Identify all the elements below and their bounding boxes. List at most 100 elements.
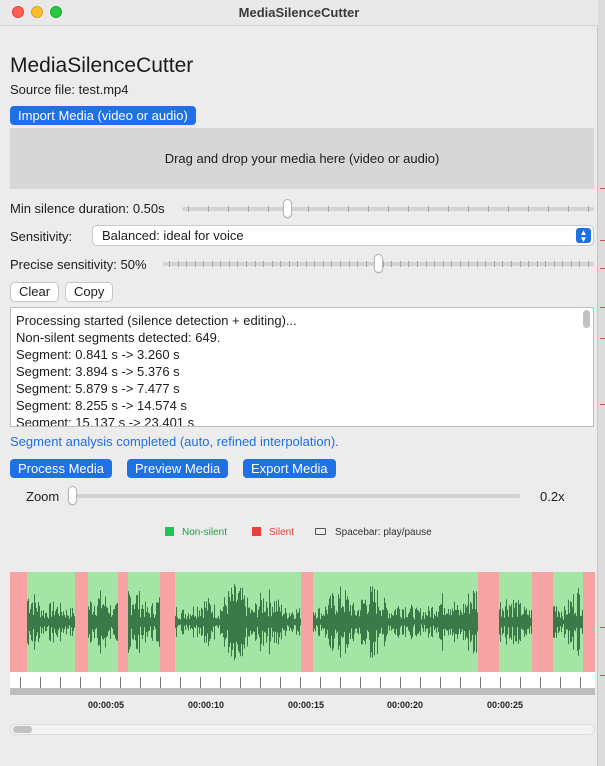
waveform-horizontal-scrollbar[interactable]: [10, 724, 595, 735]
slider-tick: [416, 261, 418, 267]
edge-mark: [600, 307, 605, 308]
log-line: Segment: 15.137 s -> 23.401 s: [16, 415, 195, 427]
non-silent-swatch: [165, 527, 174, 536]
log-output[interactable]: Processing started (silence detection + …: [10, 307, 594, 427]
zoom-thumb[interactable]: [68, 486, 77, 505]
ruler-tick: [240, 677, 241, 688]
min-silence-thumb[interactable]: [282, 199, 292, 218]
ruler-tick: [420, 677, 421, 688]
timeline-ruler[interactable]: [10, 672, 595, 688]
slider-tick: [365, 261, 367, 267]
zoom-label: Zoom: [26, 489, 60, 504]
slider-tick: [348, 261, 350, 267]
edge-mark: [600, 268, 605, 269]
slider-tick: [211, 261, 213, 267]
slider-tick: [254, 261, 256, 267]
slider-tick: [391, 261, 393, 267]
slider-tick: [245, 261, 247, 267]
log-line: Segment: 8.255 s -> 14.574 s: [16, 398, 187, 413]
slider-tick: [348, 206, 349, 212]
slider-tick: [288, 261, 290, 267]
slider-tick: [220, 261, 222, 267]
slider-tick: [399, 261, 401, 267]
slider-tick: [368, 206, 369, 212]
sensitivity-select[interactable]: Balanced: ideal for voice ▲ ▼: [92, 225, 594, 246]
ruler-tick: [40, 677, 41, 688]
ruler-tick: [560, 677, 561, 688]
slider-tick: [228, 261, 230, 267]
slider-tick: [570, 261, 572, 267]
slider-tick: [297, 261, 299, 267]
sensitivity-selected-value: Balanced: ideal for voice: [102, 228, 244, 243]
ruler-tick: [540, 677, 541, 688]
log-line: Segment: 3.894 s -> 5.376 s: [16, 364, 180, 379]
slider-tick: [271, 261, 273, 267]
slider-tick: [322, 261, 324, 267]
precise-sensitivity-thumb[interactable]: [374, 254, 383, 273]
drop-zone[interactable]: Drag and drop your media here (video or …: [10, 128, 594, 189]
slider-tick: [548, 206, 549, 212]
log-line: Segment: 0.841 s -> 3.260 s: [16, 347, 180, 362]
slider-tick: [476, 261, 478, 267]
slider-tick: [186, 261, 188, 267]
ruler-tick: [380, 677, 381, 688]
edge-mark: [600, 404, 605, 405]
slider-tick: [511, 261, 513, 267]
slider-tick: [468, 206, 469, 212]
export-media-button[interactable]: Export Media: [243, 459, 336, 478]
slider-tick: [328, 206, 329, 212]
preview-media-button[interactable]: Preview Media: [127, 459, 229, 478]
slider-tick: [340, 261, 342, 267]
log-line: Non-silent segments detected: 649.: [16, 330, 221, 345]
updown-chevron-icon: ▲ ▼: [576, 228, 591, 244]
app-title: MediaSilenceCutter: [10, 54, 194, 77]
ruler-tick: [460, 677, 461, 688]
ruler-tick: [180, 677, 181, 688]
copy-log-button[interactable]: Copy: [65, 282, 114, 302]
ruler-tick: [220, 677, 221, 688]
slider-tick: [562, 261, 564, 267]
slider-tick: [408, 261, 410, 267]
slider-tick: [308, 206, 309, 212]
ruler-tick: [120, 677, 121, 688]
ruler-tick: [480, 677, 481, 688]
slider-tick: [428, 206, 429, 212]
slider-tick: [588, 206, 589, 212]
process-media-button[interactable]: Process Media: [10, 459, 112, 478]
waveform-scroll-thumb[interactable]: [13, 726, 32, 733]
edge-mark: [600, 188, 605, 189]
slider-tick: [388, 206, 389, 212]
ruler-tick: [160, 677, 161, 688]
ruler-tick: [500, 677, 501, 688]
zoom-track[interactable]: [71, 494, 520, 498]
slider-tick: [468, 261, 470, 267]
slider-tick: [237, 261, 239, 267]
sensitivity-label: Sensitivity:: [10, 229, 73, 244]
slider-tick: [425, 261, 427, 267]
slider-tick: [188, 206, 189, 212]
log-scrollbar[interactable]: [583, 310, 590, 328]
clear-log-button[interactable]: Clear: [10, 282, 60, 302]
keyboard-hint-label: Spacebar: play/pause: [335, 527, 432, 538]
slider-tick: [451, 261, 453, 267]
legend-non-silent: Non-silent: [165, 527, 227, 538]
timeline-label: 00:00:20: [387, 700, 424, 710]
waveform: [27, 583, 583, 661]
title-bar[interactable]: MediaSilenceCutter: [0, 0, 598, 26]
ruler-tick: [320, 677, 321, 688]
slider-tick: [228, 206, 229, 212]
import-media-button[interactable]: Import Media (video or audio): [10, 106, 196, 125]
slider-tick: [448, 206, 449, 212]
waveform-view[interactable]: [10, 572, 595, 672]
slider-tick: [169, 261, 170, 267]
ruler-tick: [260, 677, 261, 688]
slider-tick: [331, 261, 333, 267]
keyboard-icon: [315, 528, 326, 535]
slider-tick: [280, 261, 282, 267]
slider-tick: [493, 261, 495, 267]
slider-tick: [545, 261, 547, 267]
slider-tick: [314, 261, 316, 267]
ruler-tick: [60, 677, 61, 688]
ruler-tick: [100, 677, 101, 688]
slider-tick: [528, 206, 529, 212]
